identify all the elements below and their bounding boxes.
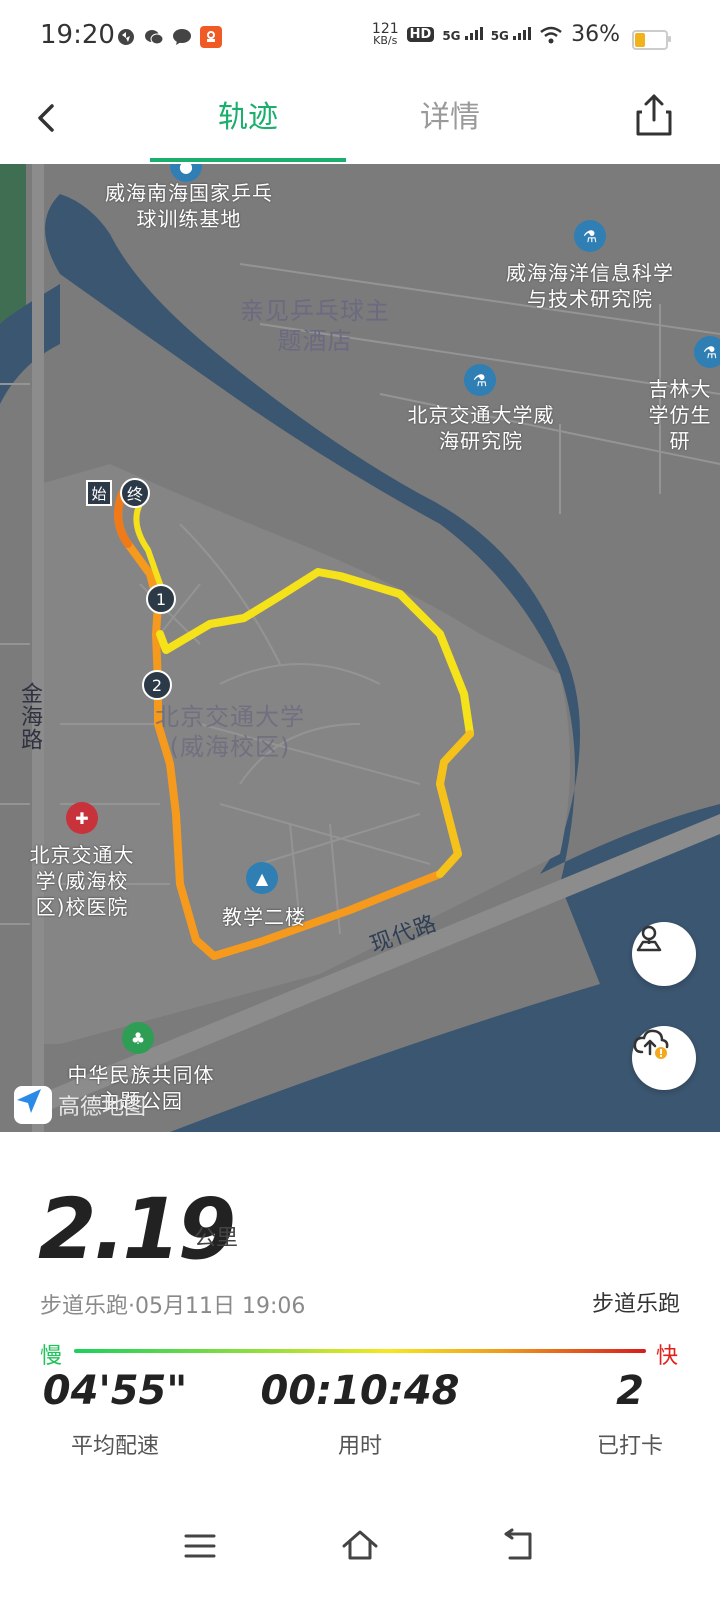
net-speed: 121 KB/s [371,20,399,47]
avg-pace-label: 平均配速 [70,1434,159,1459]
chevron-left-icon[interactable] [30,96,66,140]
back-nav-icon[interactable] [498,1524,542,1568]
app-icon [200,26,222,48]
status-time: 19:20 [40,20,115,50]
wifi-icon [540,26,562,43]
pace-gradient-bar [74,1349,646,1353]
lab-flask-icon: ⚗ [574,220,606,252]
signal-2-label: 5G [490,29,509,43]
activity-type: 步道乐跑 [591,1292,680,1317]
duration-value: 00:10:48 [260,1368,460,1414]
net-speed-unit: KB/s [373,33,398,47]
run-meta: 步道乐跑·05月11日 19:06 [40,1294,306,1319]
lab-flask-icon: ⚗ [464,364,496,396]
pace-fast-label: 快 [655,1344,678,1369]
checkins-value: 2 [616,1368,644,1414]
map-provider-name: 高德地图 [58,1095,147,1120]
map-label-ocean-institute: 威海海洋信息科学与技术研究院 [506,261,674,311]
active-tab-indicator [150,158,346,162]
map-label-jinhai-road: 金海路 [17,682,42,751]
system-nav-bar [0,1500,720,1600]
distance-unit: 公里 [194,1226,239,1251]
map-label-bjtu-campus: 北京交通大学(威海校区) [155,703,305,761]
duration-label: 用时 [337,1434,382,1459]
tab-track[interactable]: 轨迹 [150,96,346,160]
signal-bars-icon [513,27,532,40]
map-provider: 高德地图 [14,1086,146,1124]
signal-1: 5G [442,26,483,43]
cloud-upload-icon [633,1029,669,1059]
map-view[interactable]: 威海南海国家乒乓球训练基地 亲见乒乓球主题酒店 威海海洋信息科学与技术研究院 北… [0,164,720,1132]
checkins-label: 已打卡 [596,1434,663,1459]
stat-duration: 00:10:48 用时 [260,1368,460,1460]
vpn-icon [116,27,136,47]
signal-2: 5G [490,26,532,43]
route-pin-button[interactable] [632,922,696,986]
hospital-cross-icon: ✚ [66,802,98,834]
status-right: 121 KB/s HD 5G 5G 36% [371,20,620,48]
avg-pace-value: 04'55" [42,1368,188,1414]
status-bar: 19:20 121 KB/s HD 5G 5G 36% [0,0,720,76]
tab-details[interactable]: 详情 [352,96,548,160]
checkpoint-marker-1: 1 [146,584,176,614]
map-label-hotel: 亲见乒乓球主题酒店 [240,297,390,355]
wechat-icon [144,27,164,47]
map-label-pingpong-base: 威海南海国家乒乓球训练基地 [105,181,273,231]
pace-slow-label: 慢 [40,1344,63,1369]
stat-avg-pace: 04'55" 平均配速 [40,1368,190,1460]
message-icon [172,27,192,47]
start-marker: 始 [86,480,112,506]
lab-flask-icon: ⚗ [694,336,720,368]
net-speed-value: 121 [371,20,399,37]
share-icon[interactable] [634,92,674,138]
status-left-icons [116,26,222,48]
route-pin-icon [636,925,662,952]
menu-icon[interactable] [178,1524,222,1568]
end-marker: 终 [120,478,150,508]
gaode-logo-icon [14,1086,52,1124]
checkpoint-marker-2: 2 [142,670,172,700]
map-label-clinic: 北京交通大学(威海校区)校医院 [29,843,135,919]
cloud-upload-button[interactable] [632,1026,696,1090]
map-label-jilin: 吉林大学仿生研 [648,377,712,453]
stat-checkins: 2 已打卡 [570,1368,690,1460]
building-icon: ▲ [246,862,278,894]
battery-icon [632,30,671,50]
signal-bars-icon [464,27,483,40]
home-icon[interactable] [338,1524,382,1568]
top-nav: 轨迹 详情 [0,76,720,164]
map-label-teaching-building: 教学二楼 [222,905,306,929]
signal-1-label: 5G [442,29,461,43]
battery-fill [635,33,646,47]
hd-badge: HD [406,27,435,42]
battery-percent: 36% [571,22,620,47]
map-label-bjtu-institute: 北京交通大学威海研究院 [407,403,555,453]
park-tree-icon: ♣ [122,1022,154,1054]
